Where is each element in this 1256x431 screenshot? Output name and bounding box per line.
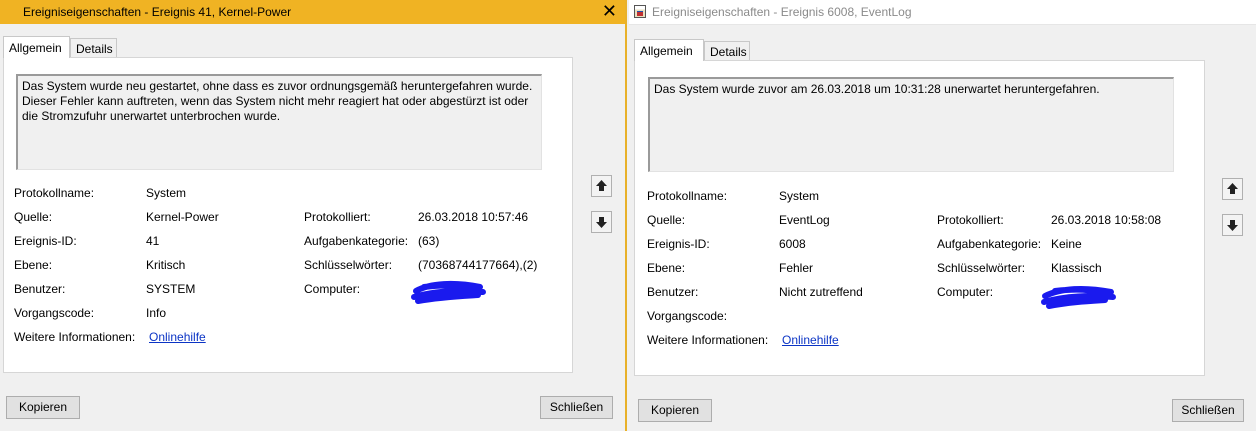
value-schluesselwoerter: (70368744177664),(2) [418,258,538,272]
window-title: Ereigniseigenschaften - Ereignis 41, Ker… [23,5,292,19]
value-quelle: EventLog [779,213,830,227]
label-ereignis-id: Ereignis-ID: [647,237,710,251]
value-protokolliert: 26.03.2018 10:58:08 [1051,213,1162,227]
label-protokolliert: Protokolliert: [937,213,1004,227]
event-properties-window-left: Ereigniseigenschaften - Ereignis 41, Ker… [0,0,627,431]
onlinehilfe-link[interactable]: Onlinehilfe [149,330,206,344]
label-ebene: Ebene: [14,258,53,272]
label-schluesselwoerter: Schlüsselwörter: [304,258,393,272]
label-benutzer: Benutzer: [14,282,66,296]
label-quelle: Quelle: [14,210,53,224]
label-aufgabenkategorie: Aufgabenkategorie: [304,234,409,248]
label-benutzer: Benutzer: [647,285,699,299]
label-ereignis-id: Ereignis-ID: [14,234,77,248]
label-computer: Computer: [937,285,994,299]
value-schluesselwoerter: Klassisch [1051,261,1102,275]
label-protokollname: Protokollname: [14,186,95,200]
copy-button[interactable]: Kopieren [6,396,80,419]
title-bar[interactable]: Ereigniseigenschaften - Ereignis 41, Ker… [0,0,625,24]
next-event-button[interactable] [591,211,612,233]
value-quelle: Kernel-Power [146,210,219,224]
tab-allgemein[interactable]: Allgemein [3,36,70,58]
label-aufgabenkategorie: Aufgabenkategorie: [937,237,1042,251]
tab-details[interactable]: Details [704,41,750,60]
value-aufgabenkategorie: (63) [418,234,440,248]
tab-allgemein[interactable]: Allgemein [634,39,704,61]
label-vorgangscode: Vorgangscode: [14,306,95,320]
label-ebene: Ebene: [647,261,686,275]
general-panel: Das System wurde neu gestartet, ohne das… [3,57,573,373]
tab-details[interactable]: Details [70,38,117,57]
value-benutzer: Nicht zutreffend [779,285,863,299]
event-properties-window-right: Ereigniseigenschaften - Ereignis 6008, E… [629,0,1256,431]
redaction-scribble [411,280,486,304]
arrow-down-icon [1227,220,1238,231]
arrow-down-icon [596,217,607,228]
label-schluesselwoerter: Schlüsselwörter: [937,261,1026,275]
close-icon[interactable]: ✕ [602,2,617,20]
general-panel: Das System wurde zuvor am 26.03.2018 um … [634,60,1205,376]
value-ebene: Kritisch [146,258,186,272]
previous-event-button[interactable] [591,175,612,197]
value-protokollname: System [779,189,820,203]
window-title: Ereigniseigenschaften - Ereignis 6008, E… [652,5,912,19]
value-ereignis-id: 6008 [779,237,806,251]
close-button[interactable]: Schließen [540,396,613,419]
copy-button[interactable]: Kopieren [638,399,712,422]
label-vorgangscode: Vorgangscode: [647,309,728,323]
event-description[interactable]: Das System wurde neu gestartet, ohne das… [16,74,542,170]
redaction-scribble [1041,285,1116,309]
label-computer: Computer: [304,282,361,296]
value-ereignis-id: 41 [146,234,160,248]
label-quelle: Quelle: [647,213,686,227]
onlinehilfe-link[interactable]: Onlinehilfe [782,333,839,347]
arrow-up-icon [596,180,607,191]
value-protokollname: System [146,186,187,200]
label-weitere-informationen: Weitere Informationen: [14,330,136,344]
event-window-icon [634,5,646,18]
value-aufgabenkategorie: Keine [1051,237,1082,251]
value-ebene: Fehler [779,261,814,275]
next-event-button[interactable] [1222,214,1243,236]
value-vorgangscode: Info [146,306,167,320]
previous-event-button[interactable] [1222,178,1243,200]
value-protokolliert: 26.03.2018 10:57:46 [418,210,529,224]
title-bar[interactable]: Ereigniseigenschaften - Ereignis 6008, E… [629,0,1256,25]
label-protokollname: Protokollname: [647,189,728,203]
event-description[interactable]: Das System wurde zuvor am 26.03.2018 um … [648,77,1174,172]
close-button[interactable]: Schließen [1172,399,1244,422]
label-weitere-informationen: Weitere Informationen: [647,333,769,347]
arrow-up-icon [1227,183,1238,194]
value-benutzer: SYSTEM [146,282,196,296]
label-protokolliert: Protokolliert: [304,210,371,224]
